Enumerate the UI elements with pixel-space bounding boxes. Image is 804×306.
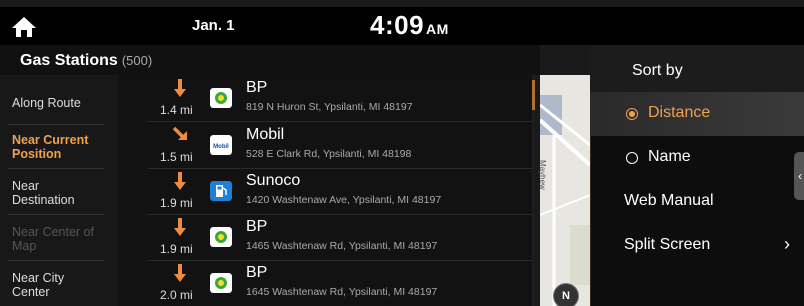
station-distance: 1.9 mi xyxy=(160,196,193,210)
scrollbar-thumb[interactable] xyxy=(532,80,535,110)
date-display: Jan. 1 xyxy=(192,17,235,34)
station-address: 1420 Washtenaw Ave, Ypsilanti, MI 48197 xyxy=(246,194,442,206)
compass-icon[interactable]: N xyxy=(553,283,579,306)
direction-arrow-icon xyxy=(172,126,187,140)
list-item[interactable]: 1.9 mi BP 1465 Washtenaw Rd, Ypsilanti, … xyxy=(148,215,532,261)
mobil-logo-icon: Mobil xyxy=(210,135,232,155)
clock-time: 4:09 xyxy=(370,10,425,40)
menu-header xyxy=(590,45,804,93)
sort-option-distance[interactable]: Distance xyxy=(590,92,804,136)
radio-unselected-icon xyxy=(626,152,638,164)
station-distance: 1.5 mi xyxy=(160,150,193,164)
direction-arrow-icon xyxy=(174,172,186,190)
gas-pump-icon xyxy=(210,181,232,201)
clock-ampm: AM xyxy=(426,21,449,37)
clock-display: 4:09 AM xyxy=(370,10,449,41)
collapse-menu-handle[interactable]: ‹ xyxy=(794,152,804,200)
filter-near-current-position[interactable]: Near Current Position xyxy=(0,125,118,169)
direction-arrow-icon xyxy=(174,264,186,282)
filter-label: Near Current Position xyxy=(12,133,89,161)
station-name: Sunoco xyxy=(246,172,301,189)
filter-near-center-of-map: Near Center of Map xyxy=(0,217,118,261)
filter-label: Near Center of Map xyxy=(12,225,94,253)
station-name: Mobil xyxy=(246,126,285,143)
filter-label: Along Route xyxy=(12,96,81,110)
bp-logo-icon xyxy=(210,88,232,108)
web-manual-button[interactable]: Web Manual xyxy=(590,180,804,224)
map-roads xyxy=(540,95,590,306)
svg-text:Mobil: Mobil xyxy=(213,144,229,150)
radio-selected-icon xyxy=(626,108,638,120)
filter-along-route[interactable]: Along Route xyxy=(0,81,118,125)
bp-logo-icon xyxy=(210,273,232,293)
page-title-text: Gas Stations xyxy=(20,52,118,69)
map-view[interactable] xyxy=(540,75,590,306)
sort-option-label: Distance xyxy=(648,104,711,121)
list-item[interactable]: 2.0 mi BP 1645 Washtenaw Rd, Ypsilanti, … xyxy=(148,261,532,306)
station-address: 1645 Washtenaw Rd, Ypsilanti, MI 48197 xyxy=(246,286,438,298)
filter-label: Near City Center xyxy=(12,271,65,299)
sort-option-name[interactable]: Name xyxy=(590,136,804,180)
page-title: Gas Stations (500) xyxy=(20,52,152,70)
station-distance: 1.4 mi xyxy=(160,103,193,117)
split-screen-label: Split Screen xyxy=(624,236,711,253)
result-count: (500) xyxy=(121,53,153,68)
list-item[interactable]: 1.4 mi BP 819 N Huron St, Ypsilanti, MI … xyxy=(148,76,532,122)
bp-logo-icon xyxy=(210,227,232,247)
status-bar: Jan. 1 4:09 AM xyxy=(0,7,804,45)
search-area-filters: Along Route Near Current Position Near D… xyxy=(0,75,118,306)
filter-label: Near Destination xyxy=(12,179,75,207)
sort-by-label: Sort by xyxy=(632,62,683,79)
list-header: Gas Stations (500) xyxy=(0,45,540,75)
station-distance: 1.9 mi xyxy=(160,242,193,256)
station-address: 528 E Clark Rd, Ypsilanti, MI 48198 xyxy=(246,148,412,160)
home-icon[interactable] xyxy=(10,15,38,39)
filter-near-destination[interactable]: Near Destination xyxy=(0,171,118,215)
station-name: BP xyxy=(246,79,268,96)
direction-arrow-icon xyxy=(174,79,186,97)
station-name: BP xyxy=(246,218,268,235)
station-name: BP xyxy=(246,264,268,281)
split-screen-button[interactable]: Split Screen › xyxy=(590,224,804,268)
web-manual-label: Web Manual xyxy=(624,192,714,209)
list-item[interactable]: 1.9 mi Sunoco 1420 Washtenaw Ave, Ypsila… xyxy=(148,169,532,215)
chevron-right-icon: › xyxy=(784,234,790,254)
sort-option-label: Name xyxy=(648,148,691,165)
direction-arrow-icon xyxy=(174,218,186,236)
station-distance: 2.0 mi xyxy=(160,288,193,302)
chevron-left-icon: ‹ xyxy=(798,169,802,183)
station-list: 1.4 mi BP 819 N Huron St, Ypsilanti, MI … xyxy=(118,75,532,306)
station-address: 1465 Washtenaw Rd, Ypsilanti, MI 48197 xyxy=(246,240,438,252)
map-street-label: Mayhew xyxy=(538,160,547,190)
station-address: 819 N Huron St, Ypsilanti, MI 48197 xyxy=(246,101,413,113)
filter-near-city-center[interactable]: Near City Center xyxy=(0,263,118,306)
navigation-screen: Jan. 1 4:09 AM Gas Stations (500) Along Ro… xyxy=(0,0,804,306)
list-item[interactable]: 1.5 mi Mobil Mobil 528 E Clark Rd, Ypsil… xyxy=(148,123,532,169)
